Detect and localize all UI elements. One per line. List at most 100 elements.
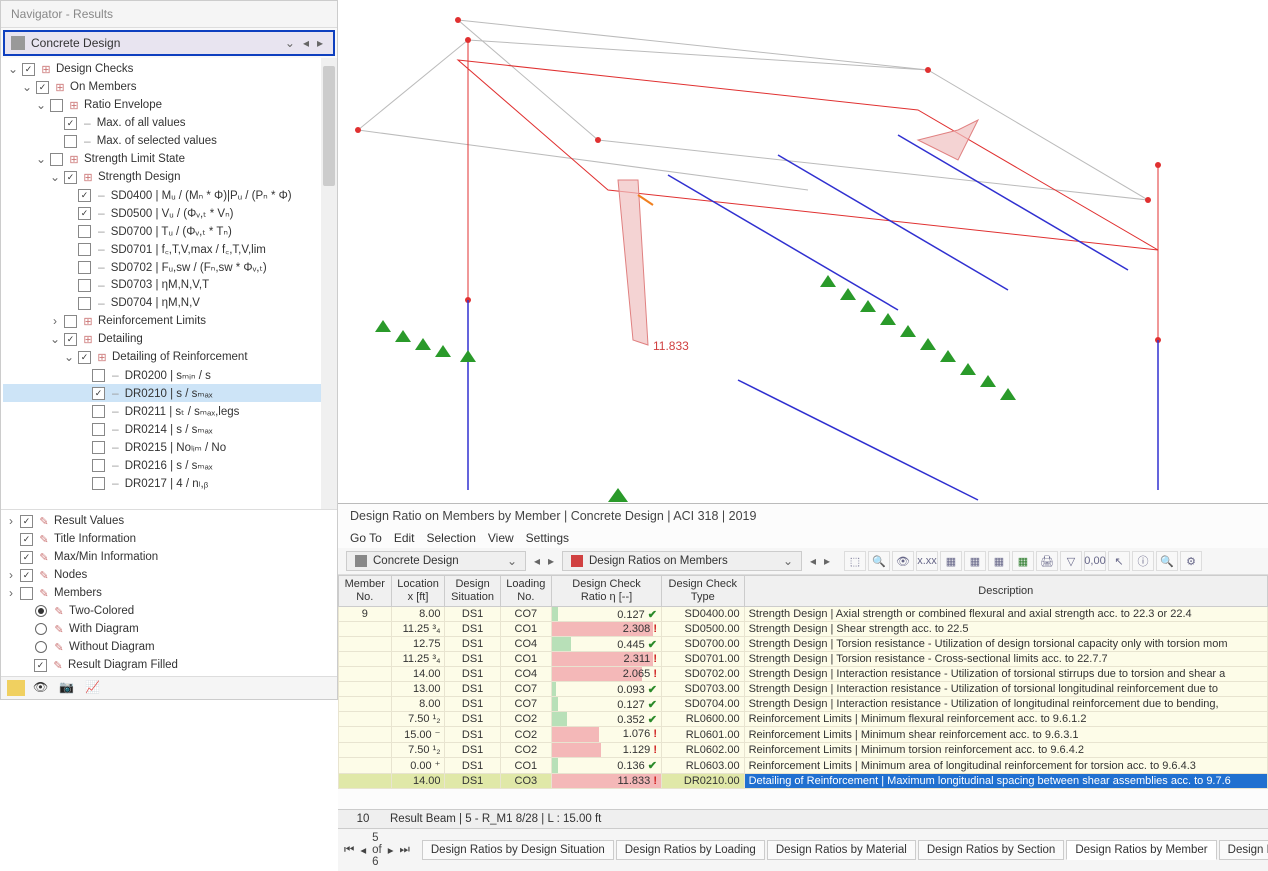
table-row[interactable]: 13.00DS1CO70.093 ✔SD0703.00Strength Desi… bbox=[339, 682, 1268, 697]
tree-item[interactable]: ✎Without Diagram bbox=[1, 638, 337, 656]
tree-item[interactable]: –SD0703 | ηM,N,V,T bbox=[3, 276, 335, 294]
table2-icon[interactable]: ▦ bbox=[964, 551, 986, 571]
tree-toggle[interactable]: ⌄ bbox=[63, 350, 75, 364]
chart-icon[interactable]: 📈 bbox=[85, 680, 103, 696]
checkbox[interactable] bbox=[64, 333, 77, 346]
tree-item[interactable]: –SD0701 | f꜀,T,V,max / f꜀,T,V,lim bbox=[3, 240, 335, 258]
table-row[interactable]: 98.00DS1CO70.127 ✔SD0400.00Strength Desi… bbox=[339, 607, 1268, 622]
tree-item[interactable]: ⌄⊞Strength Limit State bbox=[3, 150, 335, 168]
checkbox[interactable] bbox=[92, 423, 105, 436]
tree-item[interactable]: –DR0214 | s / sₘₐₓ bbox=[3, 420, 335, 438]
checkbox[interactable] bbox=[64, 171, 77, 184]
menu-view[interactable]: View bbox=[488, 531, 514, 545]
tree-item[interactable]: ✎Two-Colored bbox=[1, 602, 337, 620]
checkbox[interactable] bbox=[92, 441, 105, 454]
tree-item[interactable]: ✎Title Information bbox=[1, 530, 337, 548]
filter-icon[interactable]: ▽ bbox=[1060, 551, 1082, 571]
tree-item[interactable]: –SD0400 | Mᵤ / (Mₙ * Φ)|Pᵤ / (Pₙ * Φ) bbox=[3, 186, 335, 204]
table3-icon[interactable]: ▦ bbox=[988, 551, 1010, 571]
tree-item[interactable]: ✎Max/Min Information bbox=[1, 548, 337, 566]
next-icon[interactable]: ▸ bbox=[544, 552, 558, 570]
col-situation[interactable]: DesignSituation bbox=[445, 576, 500, 607]
table-row[interactable]: 12.75DS1CO40.445 ✔SD0700.00Strength Desi… bbox=[339, 637, 1268, 652]
checkbox[interactable] bbox=[20, 515, 33, 528]
navigator-bottom-tree[interactable]: ›✎Result Values✎Title Information✎Max/Mi… bbox=[1, 509, 337, 676]
print-icon[interactable]: 🖨 bbox=[1036, 551, 1058, 571]
checkbox[interactable] bbox=[78, 297, 91, 310]
tree-item[interactable]: ›⊞Reinforcement Limits bbox=[3, 312, 335, 330]
tree-item[interactable]: –Max. of all values bbox=[3, 114, 335, 132]
checkbox[interactable] bbox=[34, 659, 47, 672]
table-row[interactable]: 0.00 ⁺DS1CO10.136 ✔RL0603.00Reinforcemen… bbox=[339, 758, 1268, 774]
radio[interactable] bbox=[35, 641, 47, 653]
tree-item[interactable]: –DR0210 | s / sₘₐₓ bbox=[3, 384, 335, 402]
menu-go-to[interactable]: Go To bbox=[350, 531, 382, 545]
prev-icon[interactable]: ◂ bbox=[299, 36, 313, 50]
next-icon[interactable]: ▸ bbox=[388, 843, 394, 857]
prev-icon[interactable]: ◂ bbox=[530, 552, 544, 570]
camera-icon[interactable]: 📷 bbox=[59, 680, 77, 696]
col-member[interactable]: MemberNo. bbox=[339, 576, 392, 607]
tree-item[interactable]: –SD0704 | ηM,N,V bbox=[3, 294, 335, 312]
col-loading[interactable]: LoadingNo. bbox=[500, 576, 551, 607]
table-icon[interactable]: ▦ bbox=[940, 551, 962, 571]
scrollbar-thumb[interactable] bbox=[323, 66, 335, 186]
next-icon[interactable]: ▸ bbox=[313, 36, 327, 50]
message-icon[interactable] bbox=[7, 680, 25, 696]
chevron-down-icon[interactable]: ⌄ bbox=[501, 554, 517, 568]
tree-item[interactable]: ⌄⊞Design Checks bbox=[3, 60, 335, 78]
checkbox[interactable] bbox=[92, 387, 105, 400]
tree-item[interactable]: ›✎Members bbox=[1, 584, 337, 602]
xxx-icon[interactable]: x.xx bbox=[916, 551, 938, 571]
tree-item[interactable]: –DR0211 | sₜ / sₘₐₓ,legs bbox=[3, 402, 335, 420]
checkbox[interactable] bbox=[92, 405, 105, 418]
tree-item[interactable]: ⌄⊞Strength Design bbox=[3, 168, 335, 186]
checkbox[interactable] bbox=[78, 225, 91, 238]
tree-toggle[interactable]: ⌄ bbox=[49, 170, 61, 184]
select-icon[interactable]: ⬚ bbox=[844, 551, 866, 571]
tree-item[interactable]: –Max. of selected values bbox=[3, 132, 335, 150]
tab-design-ratios-by-location[interactable]: Design Ratios by Location bbox=[1219, 840, 1268, 860]
tree-toggle[interactable]: › bbox=[5, 514, 17, 528]
table-row[interactable]: 14.00DS1CO42.065 !SD0702.00Strength Desi… bbox=[339, 667, 1268, 682]
design-addon-dropdown[interactable]: Concrete Design ⌄ bbox=[346, 551, 526, 571]
radio[interactable] bbox=[35, 605, 47, 617]
tab-design-ratios-by-loading[interactable]: Design Ratios by Loading bbox=[616, 840, 765, 860]
checkbox[interactable] bbox=[78, 351, 91, 364]
tab-design-ratios-by-section[interactable]: Design Ratios by Section bbox=[918, 840, 1064, 860]
tree-item[interactable]: –SD0702 | Fᵤ,sw / (Fₙ,sw * Φᵥ,ₜ) bbox=[3, 258, 335, 276]
first-icon[interactable]: ⏮ bbox=[344, 844, 354, 857]
table-row[interactable]: 7.50 ¹₂DS1CO20.352 ✔RL0600.00Reinforceme… bbox=[339, 712, 1268, 727]
info-icon[interactable]: ⓘ bbox=[1132, 551, 1154, 571]
tree-toggle[interactable]: ⌄ bbox=[21, 80, 33, 94]
checkbox[interactable] bbox=[50, 99, 63, 112]
table-row[interactable]: 11.25 ³₄DS1CO12.311 !SD0701.00Strength D… bbox=[339, 652, 1268, 667]
checkbox[interactable] bbox=[78, 261, 91, 274]
table-row[interactable]: 14.00DS1CO311.833 !DR0210.00Detailing of… bbox=[339, 774, 1268, 789]
tab-design-ratios-by-member[interactable]: Design Ratios by Member bbox=[1066, 840, 1216, 860]
tab-design-ratios-by-design-situation[interactable]: Design Ratios by Design Situation bbox=[422, 840, 614, 860]
menu-settings[interactable]: Settings bbox=[526, 531, 569, 545]
next-icon[interactable]: ▸ bbox=[820, 552, 834, 570]
decimals-icon[interactable]: 0,00 bbox=[1084, 551, 1106, 571]
table-row[interactable]: 7.50 ¹₂DS1CO21.129 !RL0602.00Reinforceme… bbox=[339, 743, 1268, 758]
checkbox[interactable] bbox=[78, 189, 91, 202]
checkbox[interactable] bbox=[78, 279, 91, 292]
tree-toggle[interactable]: ⌄ bbox=[35, 98, 47, 112]
checkbox[interactable] bbox=[92, 459, 105, 472]
excel-icon[interactable]: ▦ bbox=[1012, 551, 1034, 571]
tree-item[interactable]: –DR0200 | sₘᵢₙ / s bbox=[3, 366, 335, 384]
table-row[interactable]: 8.00DS1CO70.127 ✔SD0704.00Strength Desig… bbox=[339, 697, 1268, 712]
tree-item[interactable]: ⌄⊞Detailing of Reinforcement bbox=[3, 348, 335, 366]
prev-icon[interactable]: ◂ bbox=[360, 843, 366, 857]
checkbox[interactable] bbox=[20, 569, 33, 582]
col-ratio[interactable]: Design CheckRatio η [--] bbox=[552, 576, 662, 607]
find-icon[interactable]: 🔍 bbox=[868, 551, 890, 571]
col-desc[interactable]: Description bbox=[744, 576, 1267, 607]
results-table[interactable]: MemberNo.Locationx [ft]DesignSituationLo… bbox=[338, 575, 1268, 809]
settings-icon[interactable]: ⚙ bbox=[1180, 551, 1202, 571]
navigator-results-dropdown[interactable]: Concrete Design ⌄ ◂ ▸ bbox=[3, 30, 335, 56]
col-type[interactable]: Design CheckType bbox=[662, 576, 745, 607]
checkbox[interactable] bbox=[92, 477, 105, 490]
eye-icon[interactable]: 👁 bbox=[892, 551, 914, 571]
